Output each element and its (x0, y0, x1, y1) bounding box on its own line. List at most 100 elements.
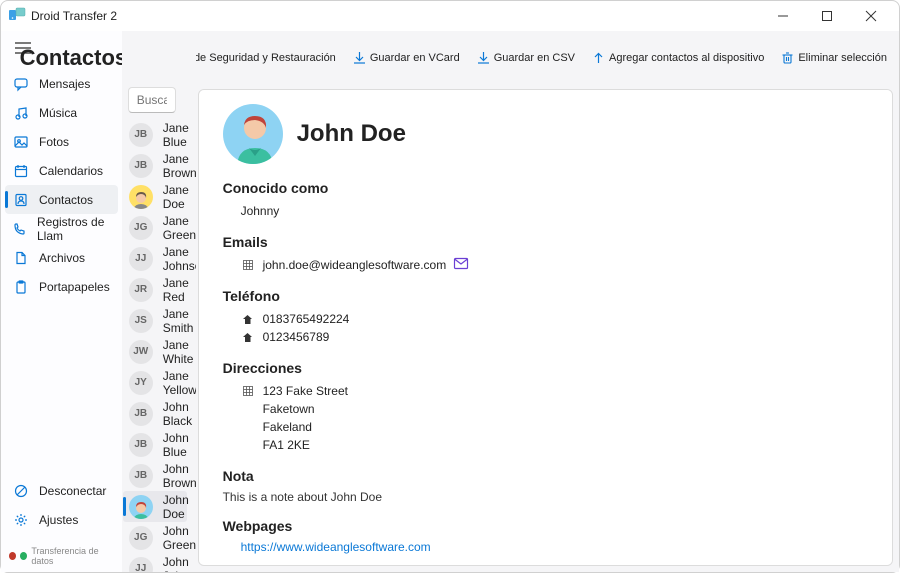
window-close-button[interactable] (849, 2, 893, 30)
mail-icon[interactable] (454, 258, 468, 272)
contact-item[interactable]: JGJohn Green (123, 522, 187, 553)
contact-item[interactable]: JB Jane Blue (123, 119, 187, 150)
contacts-icon (13, 193, 29, 207)
contact-item[interactable]: JBJohn Brown (123, 460, 187, 491)
contacts-column: JBJane BlueJBJane BrownJane DoeJGJane Gr… (122, 31, 196, 572)
status-text: Transferencia de datos (31, 546, 113, 566)
contact-item[interactable]: JWJane White (123, 336, 187, 367)
contact-item[interactable]: JSJane Smith (123, 305, 187, 336)
sidebar-item-calendar[interactable]: Calendarios (1, 156, 122, 185)
contact-name: Jane White (163, 338, 194, 366)
sidebar-item-settings[interactable]: Ajustes (1, 505, 122, 534)
contact-name: Jane Brown (163, 152, 196, 180)
phone-value-1: 0183765492224 (263, 312, 350, 326)
contact-avatar-initials: JJ (129, 557, 153, 573)
emails-heading: Emails (223, 234, 868, 250)
sidebar-item-clipboard[interactable]: Portapapeles (1, 272, 122, 301)
contact-name: Jane Johnson (163, 245, 196, 273)
note-value: This is a note about John Doe (223, 490, 868, 504)
address-heading: Direcciones (223, 360, 868, 376)
sidebar-item-label: Archivos (39, 251, 85, 265)
web-link[interactable]: https://www.wideanglesoftware.com (223, 540, 868, 554)
toolbar: Contactos Copia de Seguridad y Restaurac… (196, 31, 899, 87)
status-bar: Transferencia de datos (1, 540, 122, 572)
contact-item[interactable]: JB John Blue (123, 429, 187, 460)
delete-button[interactable]: Eliminar selección (782, 52, 887, 64)
sidebar-item-contacts[interactable]: Contactos (5, 185, 118, 214)
contact-avatar-initials: JB (129, 123, 153, 147)
web-heading: Webpages (223, 518, 868, 534)
window-maximize-button[interactable] (805, 2, 849, 30)
page-title: Contactos (20, 45, 128, 71)
photos-icon (13, 135, 29, 149)
contact-name: John Brown (163, 462, 196, 490)
sidebar: Mensajes Música FotosCalendariosContactosR… (1, 31, 122, 572)
contact-avatar-initials: JJ (129, 247, 153, 271)
add-contacts-label: Agregar contactos al dispositivo (609, 52, 764, 64)
contact-avatar-initials: JS (129, 309, 153, 333)
phone-value-2: 0123456789 (263, 330, 330, 344)
sidebar-item-file[interactable]: Archivos (1, 243, 122, 272)
search-input[interactable] (128, 87, 176, 113)
contact-name: John Doe (163, 493, 189, 521)
save-csv-button[interactable]: Guardar en CSV (478, 52, 575, 64)
sidebar-item-label: Ajustes (39, 513, 78, 527)
sidebar-item-photos[interactable]: Fotos (1, 127, 122, 156)
contact-item[interactable]: JJJohn Johnson (123, 553, 187, 572)
known-as-heading: Conocido como (223, 180, 868, 196)
window-minimize-button[interactable] (761, 2, 805, 30)
home-icon (241, 314, 255, 325)
message-icon (13, 77, 29, 91)
contact-avatar (129, 495, 153, 519)
contact-avatar-initials: JB (129, 402, 153, 426)
contact-item[interactable]: Jane Doe (123, 181, 187, 212)
sidebar-item-phone[interactable]: Registros de Llam (1, 214, 122, 243)
address-line-4: FA1 2KE (263, 438, 310, 452)
download-icon (478, 52, 489, 64)
address-line-3: Fakeland (263, 420, 312, 434)
contact-avatar-initials: JW (129, 340, 153, 364)
save-vcard-button[interactable]: Guardar en VCard (354, 52, 460, 64)
sidebar-item-music[interactable]: Música (1, 98, 122, 127)
contact-item[interactable]: JBJohn Black (123, 398, 187, 429)
contact-detail-card: John Doe Conocido como Johnny Emails joh… (198, 89, 893, 566)
status-dot-green (20, 552, 27, 560)
save-csv-label: Guardar en CSV (494, 52, 575, 64)
home-icon (241, 332, 255, 343)
note-heading: Nota (223, 468, 868, 484)
contact-name: John Black (163, 400, 192, 428)
contact-item[interactable]: JBJane Brown (123, 150, 187, 181)
contact-avatar-initials: JR (129, 278, 153, 302)
sidebar-item-message[interactable]: Mensajes (1, 69, 122, 98)
contact-item[interactable]: JYJane Yellow (123, 367, 187, 398)
save-vcard-label: Guardar en VCard (370, 52, 460, 64)
file-icon (13, 251, 29, 265)
contact-name: Jane Green (163, 214, 196, 242)
contact-name: John Blue (163, 431, 189, 459)
contact-avatar-initials: JY (129, 371, 153, 395)
address-line-1: 123 Fake Street (263, 384, 348, 398)
sidebar-item-label: Desconectar (39, 484, 106, 498)
sidebar-item-label: Portapapeles (39, 280, 110, 294)
sidebar-item-label: Música (39, 106, 77, 120)
contact-item[interactable]: JGJane Green (123, 212, 187, 243)
add-contacts-button[interactable]: Agregar contactos al dispositivo (593, 52, 764, 64)
phone-heading: Teléfono (223, 288, 868, 304)
sidebar-item-disconnect[interactable]: Desconectar (1, 476, 122, 505)
known-as-value: Johnny (241, 204, 280, 218)
contact-name: John Johnson (163, 555, 196, 573)
delete-label: Eliminar selección (798, 52, 887, 64)
contact-avatar-initials: JB (129, 464, 153, 488)
contact-item[interactable]: JJJane Johnson (123, 243, 187, 274)
contact-name: Jane Smith (163, 307, 194, 335)
contact-avatar-initials: JB (129, 433, 153, 457)
contact-avatar-initials: JG (129, 526, 153, 550)
status-dot-red (9, 552, 16, 560)
contact-avatar-initials: JG (129, 216, 153, 240)
grid-icon (241, 386, 255, 396)
music-icon (13, 106, 29, 120)
phone-icon (13, 222, 27, 236)
contact-item[interactable]: John Doe (123, 491, 187, 522)
contact-item[interactable]: JRJane Red (123, 274, 187, 305)
contact-name: Jane Blue (163, 121, 189, 149)
